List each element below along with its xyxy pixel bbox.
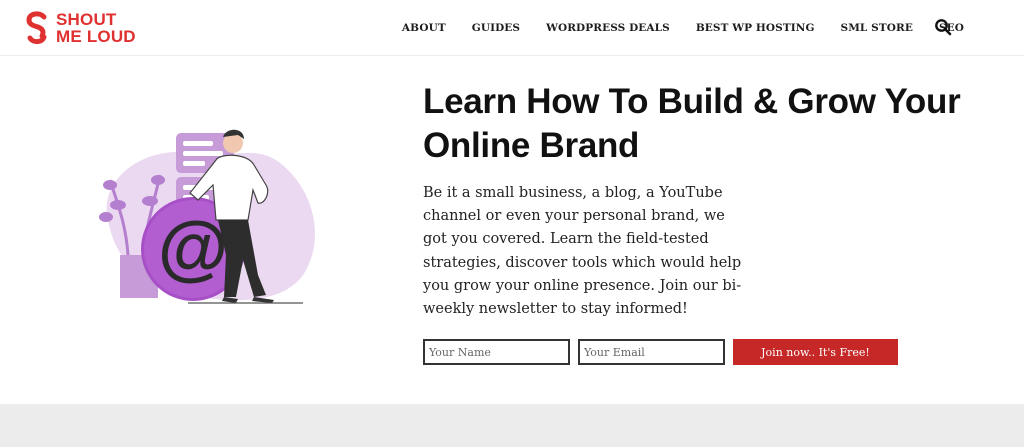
- nav-item-best-wp-hosting[interactable]: BEST WP HOSTING: [696, 22, 815, 34]
- footer-band: [0, 404, 1024, 447]
- nav-item-wordpress-deals[interactable]: WORDPRESS DEALS: [546, 22, 670, 34]
- logo-wordmark: SHOUT ME LOUD: [56, 11, 136, 45]
- nav-item-sml-store[interactable]: SML STORE: [841, 22, 913, 34]
- logo-line-2: ME LOUD: [56, 27, 136, 46]
- hero-description: Be it a small business, a blog, a YouTub…: [423, 185, 742, 318]
- main-nav: ABOUT GUIDES WORDPRESS DEALS BEST WP HOS…: [376, 0, 964, 56]
- nav-item-about[interactable]: ABOUT: [402, 22, 446, 34]
- nav-item-guides[interactable]: GUIDES: [472, 22, 520, 34]
- site-header: SHOUT ME LOUD ABOUT GUIDES WORDPRESS DEA…: [0, 0, 1024, 56]
- join-now-button[interactable]: Join now.. It's Free!: [733, 339, 898, 365]
- hero-headline: Learn How To Build & Grow Your Online Br…: [423, 82, 961, 165]
- search-icon[interactable]: [934, 18, 952, 36]
- email-input[interactable]: [578, 339, 725, 365]
- newsletter-form: Join now.. It's Free!: [423, 339, 898, 365]
- at-sign-illustration: @: [88, 125, 328, 310]
- shoutmeloud-logo[interactable]: SHOUT ME LOUD: [26, 8, 156, 48]
- name-input[interactable]: [423, 339, 570, 365]
- logo-line-1: SHOUT: [56, 10, 117, 29]
- logo-s-icon: [26, 11, 48, 45]
